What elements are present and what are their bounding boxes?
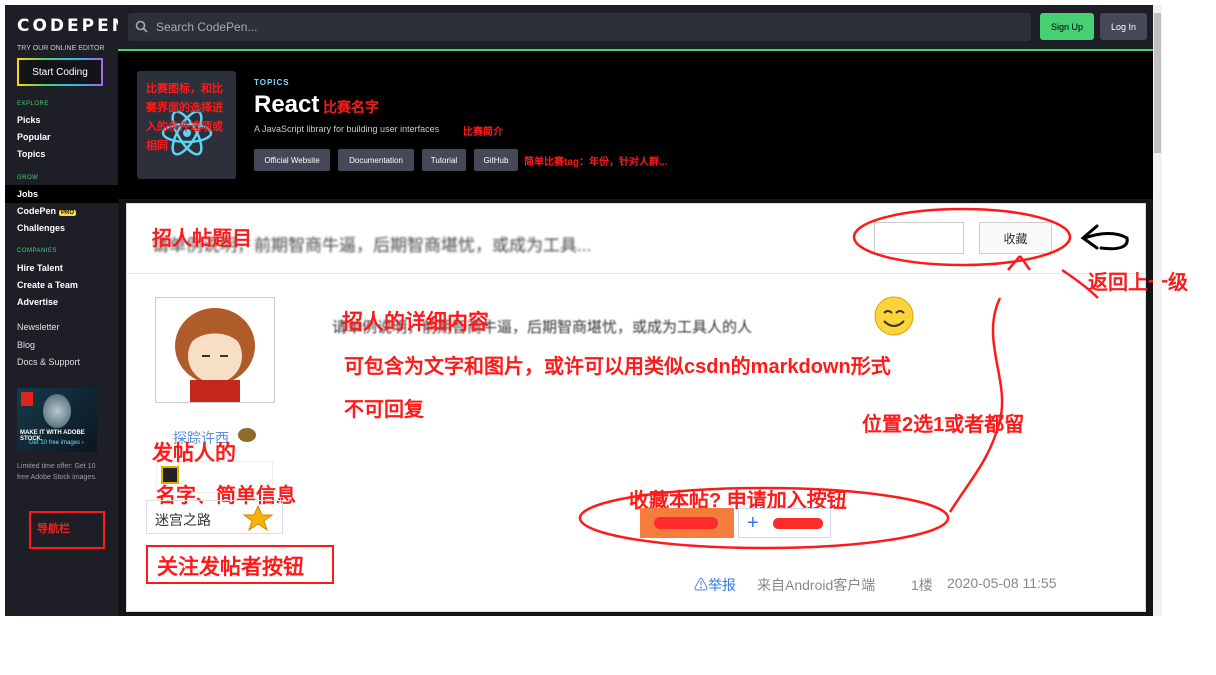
warning-icon: ⚠ <box>694 577 708 593</box>
post-floor: 1楼 <box>911 577 933 593</box>
post-date: 2020-05-08 11:55 <box>947 575 1057 591</box>
annotation-nav-note: 导航栏 <box>37 523 70 535</box>
title-bar-circle <box>852 207 1072 267</box>
annotation-strokes <box>29 207 1099 550</box>
connector-arrow <box>948 297 1004 513</box>
buttons-circle <box>578 486 950 550</box>
scrollbar-track[interactable] <box>1153 5 1162 616</box>
back-pointer-line <box>1061 268 1099 299</box>
report-label: 举报 <box>708 577 736 593</box>
report-link[interactable]: ⚠举报 <box>694 575 736 595</box>
scrollbar-thumb[interactable] <box>1154 13 1161 153</box>
post-source: 来自Android客户端 <box>757 577 876 593</box>
